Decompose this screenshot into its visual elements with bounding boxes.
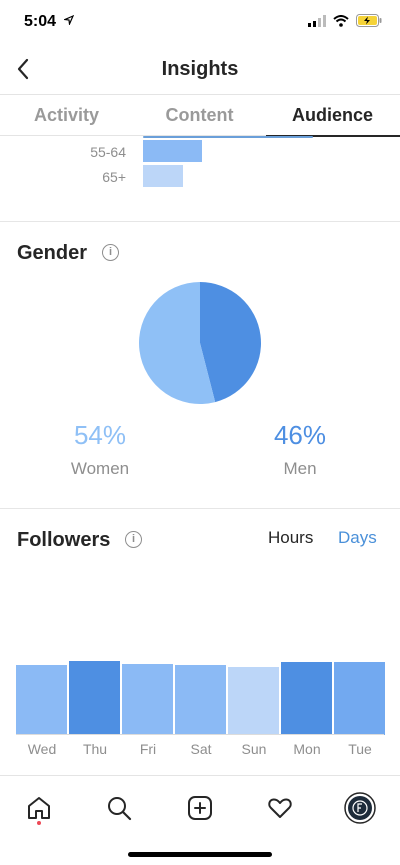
day-label-tue: Tue xyxy=(348,741,372,757)
age-bar-55-64 xyxy=(143,140,202,162)
day-label-sat: Sat xyxy=(190,741,212,757)
add-post-tab[interactable] xyxy=(182,790,218,826)
pie-svg xyxy=(138,282,261,404)
age-label-55-64: 55-64 xyxy=(90,144,126,160)
age-label-65-plus: 65+ xyxy=(102,169,126,185)
battery-charging-icon xyxy=(356,14,382,32)
status-time: 5:04 xyxy=(24,13,57,30)
tab-activity[interactable]: Activity xyxy=(0,95,133,135)
profile-icon xyxy=(344,792,376,824)
info-icon[interactable]: i xyxy=(125,531,142,548)
status-icons xyxy=(308,14,382,32)
section-divider xyxy=(0,508,400,509)
day-label-wed: Wed xyxy=(27,741,57,757)
search-tab[interactable] xyxy=(101,790,137,826)
add-post-icon xyxy=(188,796,212,820)
cellular-signal-icon xyxy=(308,14,326,32)
age-bar-top-edge xyxy=(143,136,313,138)
home-icon xyxy=(28,797,50,819)
activity-heart-icon xyxy=(268,798,292,818)
followers-bar-sat[interactable] xyxy=(175,665,226,735)
section-divider xyxy=(0,221,400,222)
home-notification-dot xyxy=(37,821,41,825)
men-label: Men xyxy=(283,459,317,478)
men-stat: 46% Men xyxy=(240,420,360,479)
activity-tab[interactable] xyxy=(262,790,298,826)
women-label: Women xyxy=(70,459,130,478)
info-icon[interactable]: i xyxy=(102,244,119,261)
wifi-icon xyxy=(333,14,349,32)
day-label-mon: Mon xyxy=(293,741,321,757)
day-label-thu: Thu xyxy=(82,741,108,757)
gender-pie-chart xyxy=(138,281,262,405)
followers-bar-thu[interactable] xyxy=(69,661,120,735)
profile-tab[interactable] xyxy=(342,790,378,826)
followers-title: Followers xyxy=(17,529,111,551)
followers-bar-chart xyxy=(16,560,385,735)
day-label-sun: Sun xyxy=(241,741,267,757)
women-stat: 54% Women xyxy=(40,420,160,479)
men-percent: 46% xyxy=(273,420,327,450)
followers-bar-sun[interactable] xyxy=(228,667,279,735)
days-toggle[interactable]: Days xyxy=(338,528,377,548)
page-title: Insights xyxy=(161,58,239,80)
age-bar-65-plus xyxy=(143,165,183,187)
followers-bar-tue[interactable] xyxy=(334,662,385,735)
tab-audience[interactable]: Audience xyxy=(266,95,399,135)
day-label-fri: Fri xyxy=(139,741,157,757)
followers-bar-fri[interactable] xyxy=(122,664,173,735)
location-arrow-icon xyxy=(62,14,75,28)
gender-title: Gender xyxy=(17,242,88,264)
women-percent: 54% xyxy=(73,420,127,450)
followers-bar-wed[interactable] xyxy=(16,665,67,735)
insights-tabs: Activity Content Audience xyxy=(0,94,400,137)
nav-header: Insights xyxy=(0,44,400,94)
tab-content[interactable]: Content xyxy=(133,95,266,135)
status-bar: 5:04 xyxy=(0,0,400,44)
home-indicator xyxy=(128,852,272,857)
hours-toggle[interactable]: Hours xyxy=(268,528,313,548)
chart-baseline xyxy=(16,734,384,735)
search-icon xyxy=(108,797,132,821)
followers-bar-mon[interactable] xyxy=(281,662,332,735)
age-range-chart: 55-64 65+ xyxy=(0,136,400,220)
